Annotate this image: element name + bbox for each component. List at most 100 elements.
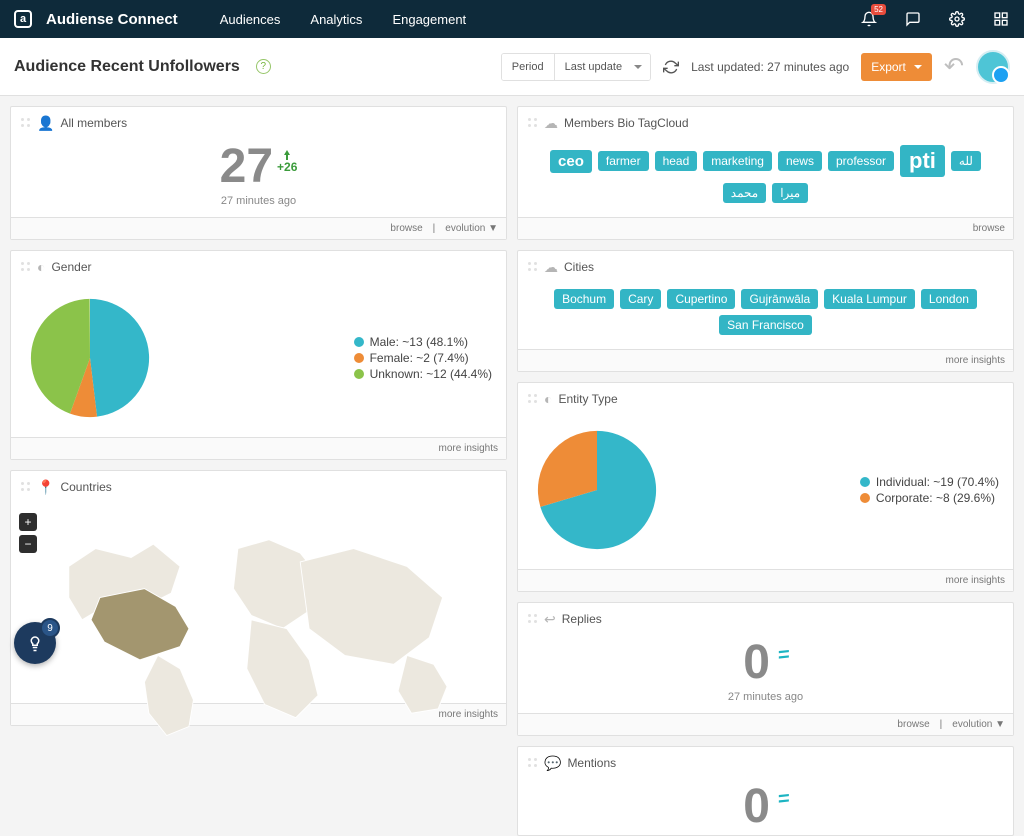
drag-handle-icon[interactable] [528, 394, 538, 404]
cloud-icon: ☁ [544, 259, 558, 276]
drag-handle-icon[interactable] [528, 758, 538, 768]
user-avatar[interactable] [976, 50, 1010, 84]
zoom-in-button[interactable]: + [19, 513, 37, 531]
tag[interactable]: Bochum [554, 289, 614, 309]
stat-delta: +26 [277, 149, 297, 173]
drag-handle-icon[interactable] [21, 262, 31, 272]
legend-entry: Unknown: ~12 (44.4%) [354, 367, 492, 381]
entity-icon: ◐ [544, 391, 552, 407]
browse-link[interactable]: browse [973, 223, 1005, 234]
tag[interactable]: farmer [598, 151, 649, 171]
panel-title: Members Bio TagCloud [564, 116, 689, 130]
legend-swatch [354, 353, 364, 363]
tag[interactable]: Gujrānwāla [741, 289, 818, 309]
tag[interactable]: لله [951, 151, 981, 171]
tag[interactable]: Cary [620, 289, 661, 309]
more-insights-link[interactable]: more insights [946, 355, 1005, 366]
zoom-out-button[interactable]: − [19, 535, 37, 553]
stat-value: 0 [743, 639, 770, 687]
page-toolbar: Audience Recent Unfollowers ? Period Las… [0, 38, 1024, 96]
top-nav: a Audiense Connect Audiences Analytics E… [0, 0, 1024, 38]
pin-icon: 📍 [37, 479, 54, 496]
insights-bulb-button[interactable]: 9 [14, 622, 56, 664]
tag[interactable]: professor [828, 151, 894, 171]
left-column: 👤 All members 27 +26 27 minutes ago brow… [10, 106, 507, 836]
legend-swatch [354, 337, 364, 347]
tag[interactable]: marketing [703, 151, 772, 171]
tag[interactable]: pti [900, 145, 945, 177]
apps-icon[interactable] [992, 10, 1010, 28]
pie-slice[interactable] [90, 299, 149, 417]
export-label: Export [871, 60, 906, 74]
panel-entity: ◐ Entity Type Individual: ~19 (70.4%) Cor… [517, 382, 1014, 592]
legend-label: Unknown: ~12 (44.4%) [370, 367, 492, 381]
undo-arrow-icon[interactable]: ↶ [944, 52, 964, 81]
tag[interactable]: محمد [723, 183, 766, 203]
panel-title: Cities [564, 260, 594, 274]
messages-icon[interactable] [904, 10, 922, 28]
evolution-link[interactable]: evolution ▼ [952, 719, 1005, 730]
panel-title: Mentions [567, 756, 616, 770]
more-insights-link[interactable]: more insights [439, 443, 498, 454]
drag-handle-icon[interactable] [528, 614, 538, 624]
legend-label: Female: ~2 (7.4%) [370, 351, 469, 365]
cities-tag-list: Bochum Cary Cupertino Gujrānwāla Kuala Lumpu… [518, 283, 1013, 349]
browse-link[interactable]: browse [897, 719, 929, 730]
reply-icon: ↩ [544, 611, 556, 628]
tag[interactable]: news [778, 151, 822, 171]
world-map[interactable]: + − [11, 503, 506, 703]
tag[interactable]: head [655, 151, 698, 171]
bio-tag-list: ceo farmer headmarketing news professor pti لل… [518, 139, 1013, 217]
drag-handle-icon[interactable] [528, 262, 538, 272]
stat-timestamp: 27 minutes ago [221, 195, 296, 207]
legend-entry: Female: ~2 (7.4%) [354, 351, 492, 365]
drag-handle-icon[interactable] [21, 482, 31, 492]
equal-indicator-icon: = [778, 644, 788, 665]
legend-entry: Male: ~13 (48.1%) [354, 335, 492, 349]
export-button[interactable]: Export [861, 53, 932, 81]
nav-analytics[interactable]: Analytics [310, 12, 362, 27]
panel-title: All members [60, 116, 127, 130]
entity-legend: Individual: ~19 (70.4%) Corporate: ~8 (29… [860, 473, 999, 507]
tag[interactable]: ceo [550, 150, 592, 173]
panel-title: Entity Type [558, 392, 617, 406]
panel-cities: ☁ Cities Bochum Cary Cupertino Gujrānwāla Ku… [517, 250, 1014, 372]
settings-icon[interactable] [948, 10, 966, 28]
tag[interactable]: London [921, 289, 977, 309]
legend-label: Individual: ~19 (70.4%) [876, 475, 999, 489]
cloud-icon: ☁ [544, 115, 558, 132]
period-select[interactable]: Period Last update [501, 53, 651, 81]
tag[interactable]: میرا [772, 183, 808, 203]
panel-title: Gender [51, 260, 91, 274]
insights-count-badge: 9 [40, 618, 60, 638]
period-value[interactable]: Last update [555, 54, 651, 80]
tag[interactable]: Cupertino [667, 289, 735, 309]
browse-link[interactable]: browse [390, 223, 422, 234]
nav-audiences[interactable]: Audiences [220, 12, 281, 27]
equal-indicator-icon: = [778, 788, 788, 809]
more-insights-link[interactable]: more insights [946, 575, 1005, 586]
drag-handle-icon[interactable] [21, 118, 31, 128]
panel-title: Countries [60, 480, 111, 494]
nav-engagement[interactable]: Engagement [392, 12, 466, 27]
last-updated-text: Last updated: 27 minutes ago [691, 60, 849, 74]
footer-divider: | [433, 223, 436, 234]
legend-swatch [354, 369, 364, 379]
tag[interactable]: San Francisco [719, 315, 812, 335]
tag[interactable]: Kuala Lumpur [824, 289, 915, 309]
person-icon: 👤 [37, 115, 54, 132]
evolution-link[interactable]: evolution ▼ [445, 223, 498, 234]
legend-entry: Corporate: ~8 (29.6%) [860, 491, 999, 505]
panel-gender: ◐ Gender Male: ~13 (48.1%)Female: ~2 (7.… [10, 250, 507, 460]
panel-title: Replies [562, 612, 602, 626]
refresh-icon[interactable] [663, 59, 679, 75]
footer-divider: | [940, 719, 943, 730]
page-title: Audience Recent Unfollowers [14, 58, 240, 76]
brand-logo-icon: a [14, 10, 32, 28]
notifications-icon[interactable]: 52 [860, 10, 878, 28]
drag-handle-icon[interactable] [528, 118, 538, 128]
legend-label: Corporate: ~8 (29.6%) [876, 491, 995, 505]
mention-icon: 💬 [544, 755, 561, 772]
help-icon[interactable]: ? [256, 59, 271, 74]
chevron-down-icon [914, 65, 922, 73]
